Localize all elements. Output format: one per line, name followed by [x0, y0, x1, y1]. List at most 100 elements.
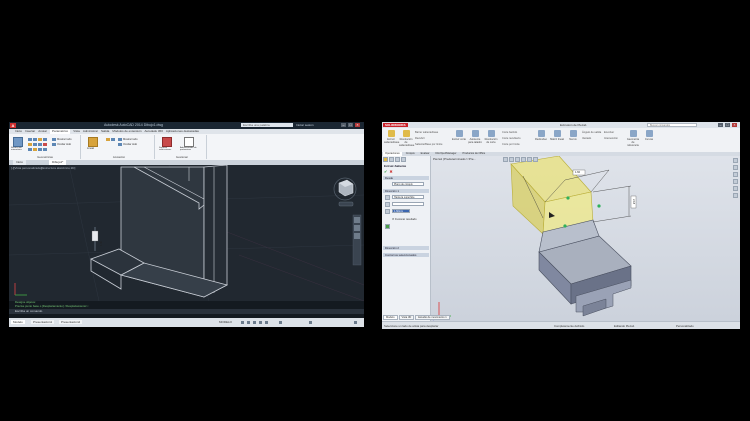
dim-tools-icon[interactable] [106, 138, 115, 141]
constraint-grid-icon-3[interactable] [28, 148, 47, 151]
view-palette-icon[interactable] [733, 179, 738, 184]
dimension-label-depth[interactable]: 2.18 [632, 199, 635, 204]
section-contornos[interactable]: Contornos seleccionados [383, 253, 429, 257]
file-explorer-icon[interactable] [733, 172, 738, 177]
custom-properties-icon[interactable] [733, 193, 738, 198]
fillet-button[interactable]: Redondeo [534, 130, 548, 141]
solidworks-window-controls: – □ × [718, 123, 737, 127]
sweep-boss-button[interactable]: Barrer saliente/base [415, 131, 438, 134]
auto-constrain-icon[interactable] [13, 137, 23, 147]
maximize-icon[interactable]: □ [348, 123, 353, 127]
lofted-cut-button[interactable]: Corte recubierto [502, 137, 521, 140]
solidworks-search-input[interactable]: Buscar comandos [647, 123, 697, 127]
snap-toggle-icon[interactable] [247, 321, 250, 324]
previous-view-icon[interactable] [515, 157, 520, 162]
reference-geometry-button[interactable]: Geometría de referencia [626, 130, 640, 147]
hide-all-geo-button[interactable]: Ocultar todo [52, 143, 71, 146]
cancel-x-icon[interactable]: ✖ [389, 169, 392, 174]
merge-result-checkbox[interactable]: ☑ Fusionar resultado [392, 218, 417, 221]
direction-vector-icon[interactable] [385, 202, 390, 207]
close-icon[interactable]: × [355, 123, 360, 127]
view-orientation-icon[interactable] [527, 157, 532, 162]
depth-icon[interactable] [385, 209, 390, 214]
layout-tab-modelo[interactable]: Modelo [11, 320, 25, 324]
direction-vector-field[interactable] [392, 202, 424, 206]
model-space-indicator[interactable]: MODELO [219, 320, 232, 324]
dimxpert-icon[interactable] [401, 157, 406, 162]
delete-constraints-icon[interactable] [162, 137, 172, 147]
extrude-cut-button[interactable]: Extruir corte [452, 130, 466, 141]
intersect-button[interactable]: Intersección [604, 137, 618, 140]
feature-tree-icon[interactable] [383, 157, 388, 162]
constraint-grid-icon[interactable] [28, 138, 47, 141]
status-units[interactable]: Personalizado [676, 324, 694, 328]
resources-icon[interactable] [733, 158, 738, 163]
layout-tab-presentacion2[interactable]: Presentación2 [59, 320, 83, 324]
osnap-toggle-icon[interactable] [265, 321, 268, 324]
workspace-icon[interactable] [279, 321, 282, 324]
design-library-icon[interactable] [733, 165, 738, 170]
parameters-manager-button[interactable]: Administrador de parámetros [180, 147, 204, 151]
autocad-logo[interactable]: A [10, 123, 16, 128]
show-all-dim-button[interactable]: Mostrar todo [118, 138, 138, 141]
close-icon[interactable]: × [732, 123, 737, 127]
config-manager-icon[interactable] [395, 157, 400, 162]
ortho-toggle-icon[interactable] [253, 321, 256, 324]
autocad-sign-in[interactable]: Iniciar sesión [296, 123, 314, 127]
wrap-button[interactable]: Envolver [604, 131, 614, 134]
extrude-boss-button[interactable]: Extruir saliente/base [384, 130, 399, 144]
end-condition-select[interactable]: Hasta la superficie [392, 195, 424, 199]
hole-wizard-button[interactable]: Asistente para taladro [468, 130, 482, 144]
zoom-fit-icon[interactable] [503, 157, 508, 162]
fullscreen-icon[interactable] [354, 321, 357, 324]
section-view-icon[interactable] [521, 157, 526, 162]
linear-dimension-icon[interactable] [88, 137, 98, 147]
loft-button[interactable]: Recubrir [415, 137, 425, 140]
depth-input[interactable]: 1.60mm [392, 209, 410, 213]
annotation-scale-icon[interactable] [309, 321, 312, 324]
from-field[interactable]: Plano de croquis [392, 182, 424, 186]
boundary-cut-button[interactable]: Corte por límite [502, 143, 520, 146]
layout-tab-presentacion1[interactable]: Presentación1 [31, 320, 55, 324]
maximize-icon[interactable]: □ [725, 123, 730, 127]
reverse-direction-icon[interactable] [385, 195, 390, 200]
minimize-icon[interactable]: – [341, 123, 346, 127]
dimension-label-width[interactable]: 1.60 [575, 171, 580, 174]
ok-check-icon[interactable]: ✔ [384, 169, 387, 174]
delete-constraints-button[interactable]: Suprimir restricciones [159, 147, 179, 151]
auto-constrain-button[interactable]: Restricción automática [11, 147, 25, 151]
shell-button[interactable]: Vaciado [582, 137, 591, 140]
constraint-grid-icon-2[interactable] [28, 143, 47, 146]
curves-button[interactable]: Curvas [642, 130, 656, 141]
minimize-icon[interactable]: – [718, 123, 723, 127]
parameters-manager-icon[interactable] [184, 137, 194, 147]
zoom-area-icon[interactable] [509, 157, 514, 162]
show-all-geo-button[interactable]: Mostrar todo [52, 138, 72, 141]
section-direccion-2[interactable]: Dirección 2 [383, 246, 429, 250]
linear-pattern-button[interactable]: Matriz lineal [550, 130, 564, 141]
swept-cut-button[interactable]: Corte barrido [502, 131, 517, 134]
section-desde[interactable]: Desde [383, 176, 429, 180]
section-direccion-1[interactable]: Dirección 1 [383, 189, 429, 193]
draft-button[interactable]: Ángulo de salida [582, 131, 601, 134]
rib-button[interactable]: Nervio [566, 130, 580, 141]
autocad-search-input[interactable]: Escriba una palabra [241, 123, 293, 127]
polar-toggle-icon[interactable] [259, 321, 262, 324]
autocad-drawing-area[interactable]: [-][Vista personalizada][Estructura alám… [9, 165, 364, 301]
property-manager-icon[interactable] [389, 157, 394, 162]
solidworks-logo[interactable]: SOLIDWORKS [383, 123, 408, 127]
hide-all-dim-button[interactable]: Ocultar todo [118, 143, 137, 146]
grid-toggle-icon[interactable] [241, 321, 244, 324]
graphics-area[interactable]: Pieza1 (Predeterminado<<Pre... 1.60 2.18 [431, 156, 740, 321]
tab-estudio-movimiento[interactable]: Estudio de movimiento 1 [415, 315, 450, 320]
appearances-icon[interactable] [733, 186, 738, 191]
revolve-cut-button[interactable]: Revolución de corte [484, 130, 498, 144]
boundary-boss-button[interactable]: Saliente/Base por límite [415, 143, 442, 146]
revolve-boss-button[interactable]: Revolución de saliente/base [399, 130, 414, 147]
command-line-input[interactable]: Escriba un comando [9, 309, 364, 314]
linear-dimension-button[interactable]: Lineal [87, 147, 94, 150]
draft-toggle-icon[interactable] [385, 224, 390, 229]
tab-modelo[interactable]: Modelo [383, 315, 398, 320]
tab-vista-3d[interactable]: Vista 3D [398, 315, 415, 320]
display-style-icon[interactable] [533, 157, 538, 162]
